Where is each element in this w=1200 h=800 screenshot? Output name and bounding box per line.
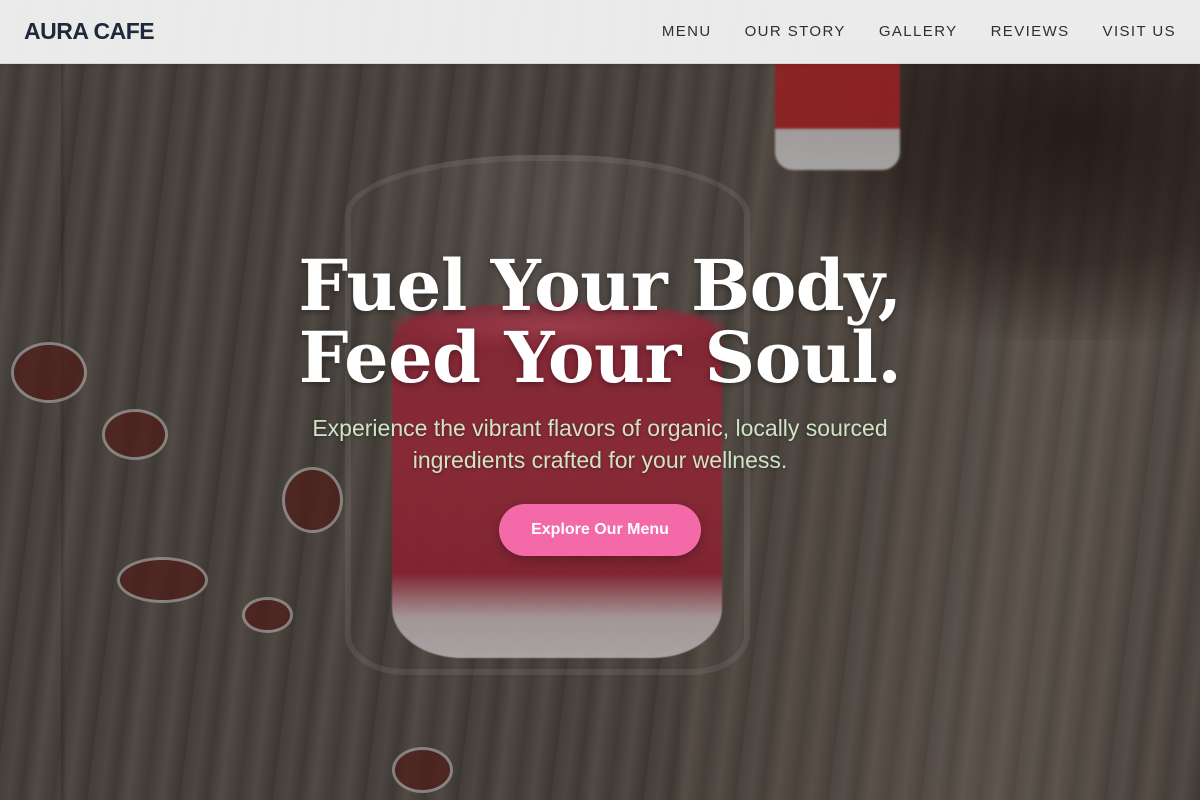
nav-item-our-story: OUR STORY — [745, 23, 846, 41]
nav-item-gallery: GALLERY — [879, 23, 958, 41]
hero-title-line-1: Fuel Your Body, — [298, 244, 902, 327]
nav-link-menu[interactable]: MENU — [662, 23, 712, 40]
hero-section: Fuel Your Body, Feed Your Soul. Experien… — [0, 250, 1200, 556]
brand-logo-link[interactable]: AURA CAFE — [24, 18, 155, 45]
nav-link-gallery[interactable]: GALLERY — [879, 23, 958, 40]
nav-item-reviews: REVIEWS — [991, 23, 1070, 41]
explore-menu-button[interactable]: Explore Our Menu — [499, 504, 701, 556]
hero-subtitle: Experience the vibrant flavors of organi… — [312, 415, 888, 473]
nav-link-visit-us[interactable]: VISIT US — [1103, 23, 1176, 40]
nav-link-our-story[interactable]: OUR STORY — [745, 23, 846, 40]
nav-link-reviews[interactable]: REVIEWS — [991, 23, 1070, 40]
hero-title: Fuel Your Body, Feed Your Soul. — [0, 250, 1200, 394]
page: AURA CAFE MENU OUR STORY GALLERY REVIEWS… — [0, 0, 1200, 800]
site-header: AURA CAFE MENU OUR STORY GALLERY REVIEWS… — [0, 0, 1200, 64]
hero-title-line-2: Feed Your Soul. — [298, 316, 902, 399]
nav-item-menu: MENU — [662, 23, 712, 41]
main-nav: MENU OUR STORY GALLERY REVIEWS VISIT US — [629, 23, 1176, 41]
nav-item-visit-us: VISIT US — [1103, 23, 1176, 41]
